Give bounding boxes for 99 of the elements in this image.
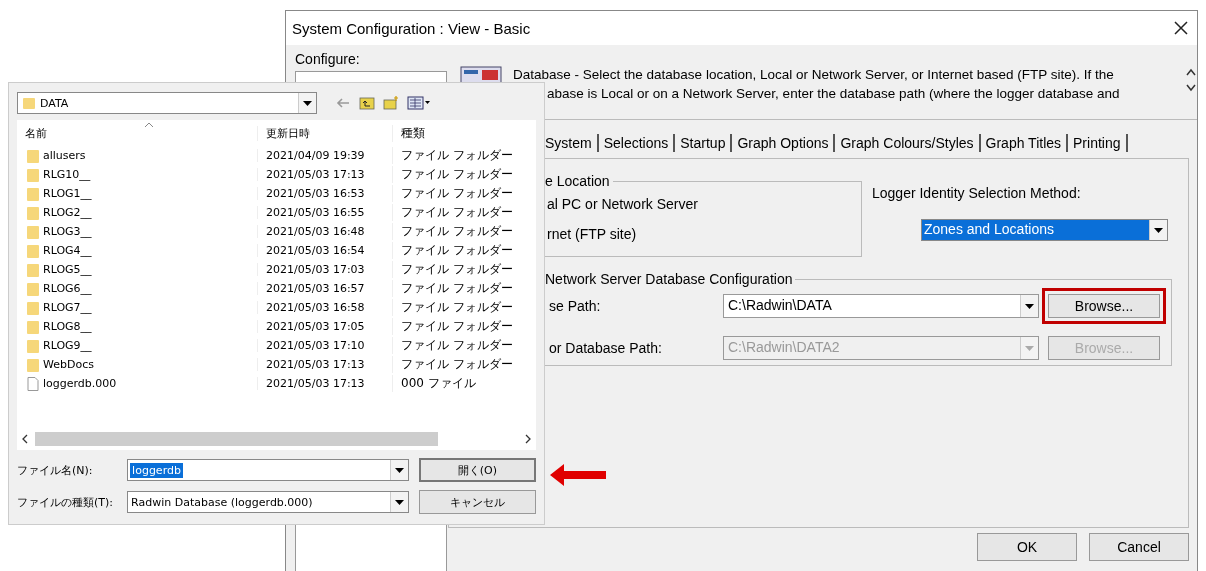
file-name[interactable]: RLOG8__ [43, 320, 92, 333]
field-label: ファイル名(N): [17, 462, 94, 478]
window-title: System Configuration : View - Basic [292, 19, 531, 37]
type-cell: ファイル フォルダー [392, 242, 536, 259]
group-title: Network Server Database Configuration [545, 271, 796, 287]
type-cell: ファイル フォルダー [392, 147, 536, 164]
modified-cell: 2021/05/03 16:54 [257, 244, 392, 257]
modified-cell: 2021/04/09 19:39 [257, 149, 392, 162]
type-cell: ファイル フォルダー [392, 299, 536, 316]
type-cell: ファイル フォルダー [392, 204, 536, 221]
folder-icon [27, 205, 39, 220]
radio-label[interactable]: al PC or Network Server [547, 196, 861, 212]
file-name[interactable]: WebDocs [43, 358, 94, 371]
modified-cell: 2021/05/03 16:55 [257, 206, 392, 219]
dropdown-arrow-icon[interactable] [1025, 303, 1034, 309]
file-type-dropdown[interactable]: Radwin Database (loggerdb.000) [127, 491, 409, 513]
modified-cell: 2021/05/03 17:10 [257, 339, 392, 352]
folder-icon [27, 338, 39, 353]
modified-cell: 2021/05/03 17:13 [257, 358, 392, 371]
description-line: Database - Select the database location, Local or Network Server, or Internet based (FTP site). If the [513, 66, 1115, 84]
file-name[interactable]: RLG10__ [43, 168, 91, 181]
folder-icon [27, 186, 39, 201]
radio-label[interactable]: rnet (FTP site) [547, 226, 861, 242]
file-name-field[interactable]: loggerdb [127, 459, 409, 481]
path-combo[interactable]: C:\Radwin\DATA [723, 294, 1039, 318]
type-cell: ファイル フォルダー [392, 318, 536, 335]
open-button[interactable]: 開く(O) [418, 458, 536, 482]
file-name[interactable]: RLOG1__ [43, 187, 92, 200]
modified-cell: 2021/05/03 16:48 [257, 225, 392, 238]
file-name[interactable]: RLOG4__ [43, 244, 92, 257]
folder-icon [27, 148, 39, 163]
modified-cell: 2021/05/03 17:05 [257, 320, 392, 333]
group-title: e Location [545, 173, 613, 189]
tab[interactable]: Startup [675, 134, 733, 152]
modified-cell: 2021/05/03 17:03 [257, 263, 392, 276]
type-cell: ファイル フォルダー [392, 337, 536, 354]
field-label: ファイルの種類(T): [17, 494, 114, 510]
file-name[interactable]: loggerdb.000 [43, 377, 117, 390]
column-header[interactable]: 更新日時 [257, 125, 392, 141]
file-name[interactable]: RLOG2__ [43, 206, 92, 219]
browse-button[interactable]: Browse... [1048, 294, 1160, 318]
location-combo[interactable]: DATA [17, 92, 317, 114]
sort-caret-icon [144, 122, 154, 128]
file-name[interactable]: RLOG7__ [43, 301, 92, 314]
dropdown-arrow-icon[interactable] [394, 499, 404, 505]
modified-cell: 2021/05/03 16:57 [257, 282, 392, 295]
description-line: abase is Local or on a Network Server, enter the database path (where the logger database and [546, 85, 1121, 103]
scroll-up-icon[interactable] [1185, 67, 1197, 77]
tab[interactable]: Graph Titles [980, 134, 1069, 152]
column-header[interactable]: 名前 [17, 125, 257, 141]
scroll-down-icon[interactable] [1185, 83, 1197, 93]
field-label: se Path: [548, 298, 602, 314]
dialog-button[interactable]: Cancel [1089, 533, 1189, 561]
configure-label: Configure: [295, 51, 361, 67]
dropdown-arrow-icon[interactable] [394, 467, 404, 473]
file-icon [27, 376, 39, 391]
folder-icon [27, 300, 39, 315]
tab[interactable]: Printing [1068, 134, 1128, 152]
type-cell: ファイル フォルダー [392, 280, 536, 297]
modified-cell: 2021/05/03 17:13 [257, 377, 392, 390]
field-label: or Database Path: [548, 340, 663, 356]
type-cell: ファイル フォルダー [392, 166, 536, 183]
folder-up-icon[interactable] [359, 96, 375, 110]
field-label: Logger Identity Selection Method: [872, 185, 1082, 201]
tab[interactable]: Graph Colours/Styles [835, 134, 981, 152]
modified-cell: 2021/05/03 17:13 [257, 168, 392, 181]
file-name[interactable]: allusers [43, 149, 86, 162]
tab[interactable]: Graph Options [732, 134, 836, 152]
folder-icon [27, 357, 39, 372]
folder-icon [27, 167, 39, 182]
cancel-button[interactable]: キャンセル [418, 490, 536, 514]
folder-icon [27, 319, 39, 334]
folder-icon [27, 243, 39, 258]
close-icon[interactable] [1173, 20, 1189, 36]
scrollbar-thumb[interactable] [35, 432, 438, 446]
type-cell: ファイル フォルダー [392, 223, 536, 240]
folder-icon [22, 96, 36, 110]
folder-icon [27, 224, 39, 239]
view-menu-icon[interactable] [407, 96, 431, 110]
dialog-button[interactable]: OK [977, 533, 1077, 561]
file-name[interactable]: RLOG5__ [43, 263, 92, 276]
type-cell: ファイル フォルダー [392, 261, 536, 278]
dropdown-arrow-icon[interactable] [303, 100, 312, 106]
dropdown[interactable]: Zones and Locations [921, 219, 1168, 241]
scroll-right-icon[interactable] [524, 434, 532, 444]
type-cell: ファイル フォルダー [392, 185, 536, 202]
column-header[interactable]: 種類 [392, 124, 536, 142]
tab[interactable]: Selections [598, 134, 676, 152]
scroll-left-icon[interactable] [21, 434, 29, 444]
type-cell: ファイル フォルダー [392, 356, 536, 373]
file-name[interactable]: RLOG6__ [43, 282, 92, 295]
type-cell: 000 ファイル [392, 375, 536, 392]
modified-cell: 2021/05/03 16:58 [257, 301, 392, 314]
file-name[interactable]: RLOG3__ [43, 225, 92, 238]
folder-icon [27, 262, 39, 277]
dropdown-arrow-icon[interactable] [1154, 227, 1163, 233]
modified-cell: 2021/05/03 16:53 [257, 187, 392, 200]
folder-icon [27, 281, 39, 296]
file-name[interactable]: RLOG9__ [43, 339, 92, 352]
